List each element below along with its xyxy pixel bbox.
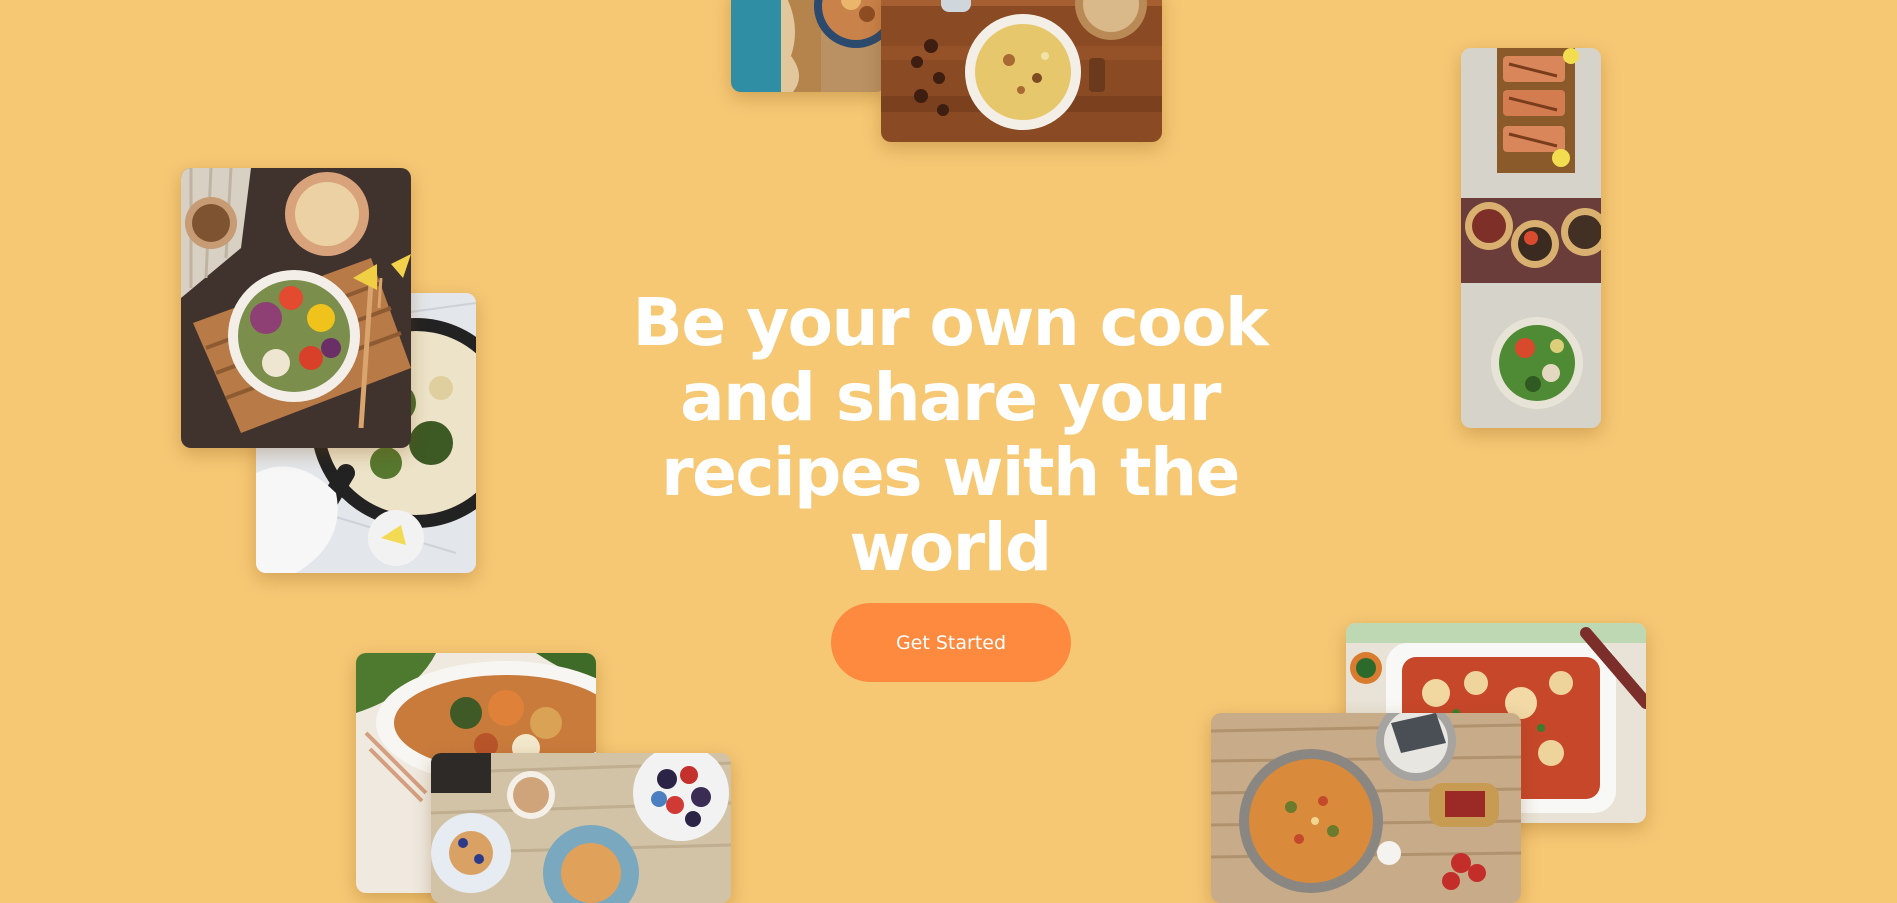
hero-section: Be your own cook and share your recipes … bbox=[0, 0, 1897, 903]
get-started-button[interactable]: Get Started bbox=[831, 603, 1071, 682]
hero-headline: Be your own cook and share your recipes … bbox=[632, 284, 1269, 586]
quiche-on-wooden-board-photo bbox=[881, 0, 1162, 142]
teal-cloth-dish-photo bbox=[731, 0, 886, 92]
hummus-salad-bowl-photo bbox=[181, 168, 411, 448]
pancake-berries-breakfast-photo bbox=[431, 753, 731, 903]
grilled-salmon-tostadas-photo bbox=[1461, 48, 1601, 428]
frittata-pan-photo bbox=[1211, 713, 1521, 903]
